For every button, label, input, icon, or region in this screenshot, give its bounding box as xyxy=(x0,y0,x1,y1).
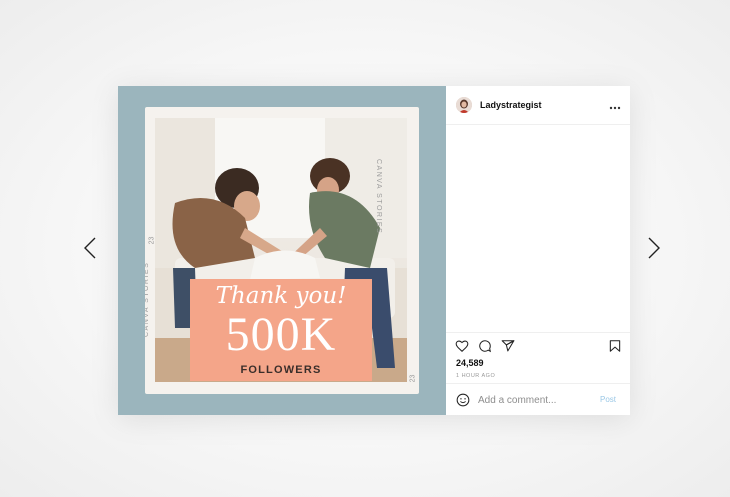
follower-count-text: 500K xyxy=(225,308,337,361)
instagram-post-card: CANVA STORIES CANVA STORIES 23 23 Thank … xyxy=(118,86,630,415)
side-brand-right: CANVA STORIES xyxy=(374,159,382,235)
send-icon[interactable] xyxy=(501,339,515,353)
followers-label: FOLLOWERS xyxy=(240,364,322,376)
promo-box: Thank you! 500K FOLLOWERS xyxy=(190,279,372,381)
post-header: Ladystrategist xyxy=(446,86,630,125)
post-image[interactable]: CANVA STORIES CANVA STORIES 23 23 Thank … xyxy=(118,86,446,415)
previous-arrow-button[interactable] xyxy=(80,233,100,263)
avatar-image xyxy=(456,97,472,113)
side-number-left: 23 xyxy=(148,236,156,245)
chevron-right-icon xyxy=(648,237,660,259)
side-number-right: 23 xyxy=(409,374,417,383)
username[interactable]: Ladystrategist xyxy=(480,100,542,110)
post-timestamp: 1 HOUR AGO xyxy=(456,373,496,379)
post-sidebar: Ladystrategist 24,589 1 HOUR AGO Add a c… xyxy=(446,86,630,415)
bookmark-icon[interactable] xyxy=(608,339,622,353)
post-comment-button[interactable]: Post xyxy=(600,395,616,404)
likes-count[interactable]: 24,589 xyxy=(456,358,484,368)
emoji-icon[interactable] xyxy=(456,393,470,407)
chevron-left-icon xyxy=(84,237,96,259)
comment-bar: Post xyxy=(446,383,630,416)
heart-icon[interactable] xyxy=(455,339,469,353)
thank-you-text: Thank you! xyxy=(215,283,347,309)
side-brand-left: CANVA STORIES xyxy=(145,261,150,337)
next-arrow-button[interactable] xyxy=(644,233,664,263)
comment-icon[interactable] xyxy=(478,339,492,353)
comment-input[interactable] xyxy=(478,392,588,408)
action-bar xyxy=(446,332,630,357)
avatar[interactable] xyxy=(456,97,472,113)
more-horizontal-icon[interactable] xyxy=(608,100,622,110)
